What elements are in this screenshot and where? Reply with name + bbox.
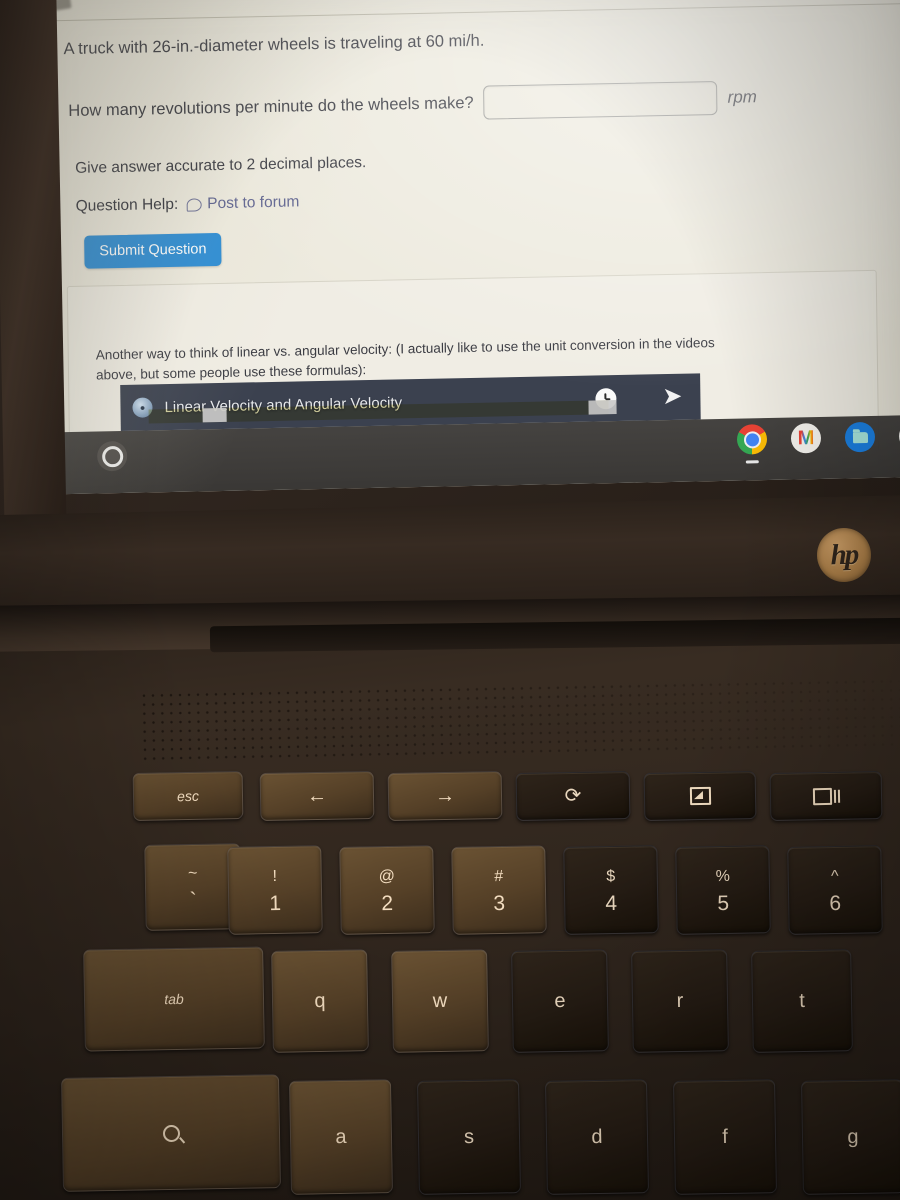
- q-key[interactable]: q: [271, 949, 369, 1053]
- overview-icon: [812, 787, 840, 805]
- r-key-label: r: [676, 989, 684, 1013]
- overview-key[interactable]: [769, 771, 883, 821]
- reload-key[interactable]: ⟳: [515, 771, 631, 821]
- four-key-bottom: 4: [605, 891, 618, 915]
- one-key-bottom: 1: [269, 891, 282, 915]
- three-key-top: #: [494, 867, 504, 885]
- text-selection-gap-left: [202, 407, 227, 423]
- question-prompt: How many revolutions per minute do the w…: [68, 93, 474, 120]
- five-key-top: %: [715, 867, 731, 885]
- tab-key[interactable]: tab: [83, 946, 265, 1052]
- question-help-label: Question Help:: [75, 195, 179, 215]
- accuracy-note: Give answer accurate to 2 decimal places…: [75, 154, 367, 177]
- t-key[interactable]: t: [751, 949, 853, 1053]
- submit-question-button[interactable]: Submit Question: [84, 232, 222, 269]
- five-key-bottom: 5: [717, 891, 730, 915]
- answer-row: How many revolutions per minute do the w…: [68, 80, 757, 128]
- w-key[interactable]: w: [391, 949, 489, 1053]
- six-key-bottom: 6: [829, 891, 842, 915]
- d-key-label: d: [591, 1125, 603, 1149]
- search-key[interactable]: [61, 1074, 281, 1192]
- speech-bubble-icon: [186, 197, 202, 212]
- browser-page: A truck with 26-in.-diameter wheels is t…: [14, 0, 900, 496]
- e-key-label: e: [554, 989, 566, 1013]
- a-key-label: a: [335, 1125, 347, 1149]
- forward-key-label: →: [434, 784, 456, 808]
- esc-key[interactable]: esc: [132, 771, 244, 821]
- forward-key[interactable]: →: [387, 771, 503, 821]
- three-key[interactable]: # 3: [451, 845, 547, 935]
- two-key-top: @: [378, 867, 396, 885]
- speaker-grille: [139, 676, 900, 762]
- chrome-icon[interactable]: [736, 424, 768, 464]
- page-top-divider: [15, 2, 900, 23]
- s-key[interactable]: s: [417, 1079, 521, 1195]
- one-key[interactable]: ! 1: [227, 845, 323, 935]
- g-key-label: g: [847, 1125, 859, 1149]
- g-key[interactable]: g: [801, 1079, 900, 1195]
- question-stem: A truck with 26-in.-diameter wheels is t…: [63, 31, 485, 59]
- tab-key-label: tab: [164, 990, 184, 1008]
- six-key[interactable]: ^ 6: [787, 845, 883, 935]
- q-key-label: q: [314, 989, 326, 1013]
- question-help-row: Question Help: Post to forum: [76, 193, 300, 215]
- fullscreen-key[interactable]: [643, 771, 757, 821]
- one-key-top: !: [272, 867, 278, 885]
- back-key-label: ←: [306, 784, 328, 808]
- r-key[interactable]: r: [631, 949, 729, 1053]
- four-key[interactable]: $ 4: [563, 845, 659, 935]
- photo-scene: A truck with 26-in.-diameter wheels is t…: [0, 0, 900, 1200]
- esc-key-label: esc: [176, 787, 200, 805]
- gmail-icon[interactable]: M: [790, 422, 822, 454]
- hp-logo-text: hp: [830, 538, 858, 571]
- launcher-ring: [101, 445, 123, 467]
- tilde-key-bottom: `: [189, 888, 197, 912]
- share-arrow-icon[interactable]: ➤: [662, 383, 682, 410]
- four-key-top: $: [606, 867, 616, 885]
- two-key-bottom: 2: [381, 891, 394, 915]
- a-key[interactable]: a: [289, 1079, 393, 1195]
- chrome-active-indicator: [745, 460, 759, 464]
- post-to-forum-link[interactable]: Post to forum: [186, 193, 299, 213]
- shelf-app-icons: M: [736, 420, 900, 464]
- back-key[interactable]: ←: [259, 771, 375, 821]
- search-icon: [162, 1124, 180, 1142]
- tilde-key-top: ~: [187, 864, 198, 882]
- t-key-label: t: [799, 989, 805, 1013]
- s-key-label: s: [463, 1125, 475, 1149]
- e-key[interactable]: e: [511, 949, 609, 1053]
- text-selection-gap-right: [588, 400, 617, 415]
- five-key[interactable]: % 5: [675, 845, 771, 935]
- f-key-label: f: [722, 1125, 728, 1149]
- laptop-screen: A truck with 26-in.-diameter wheels is t…: [14, 0, 900, 496]
- two-key[interactable]: @ 2: [339, 845, 435, 935]
- unit-label: rpm: [727, 87, 758, 107]
- three-key-bottom: 3: [493, 891, 506, 915]
- answer-input[interactable]: [483, 80, 718, 120]
- fullscreen-icon: [689, 786, 711, 806]
- f-key[interactable]: f: [673, 1079, 777, 1195]
- files-icon[interactable]: [844, 421, 876, 453]
- w-key-label: w: [432, 989, 448, 1013]
- six-key-top: ^: [830, 867, 839, 885]
- reload-key-label: ⟳: [564, 784, 582, 808]
- gmail-letter: M: [797, 427, 815, 450]
- folder-glyph: [852, 431, 868, 443]
- d-key[interactable]: d: [545, 1079, 649, 1195]
- post-to-forum-label: Post to forum: [207, 193, 300, 213]
